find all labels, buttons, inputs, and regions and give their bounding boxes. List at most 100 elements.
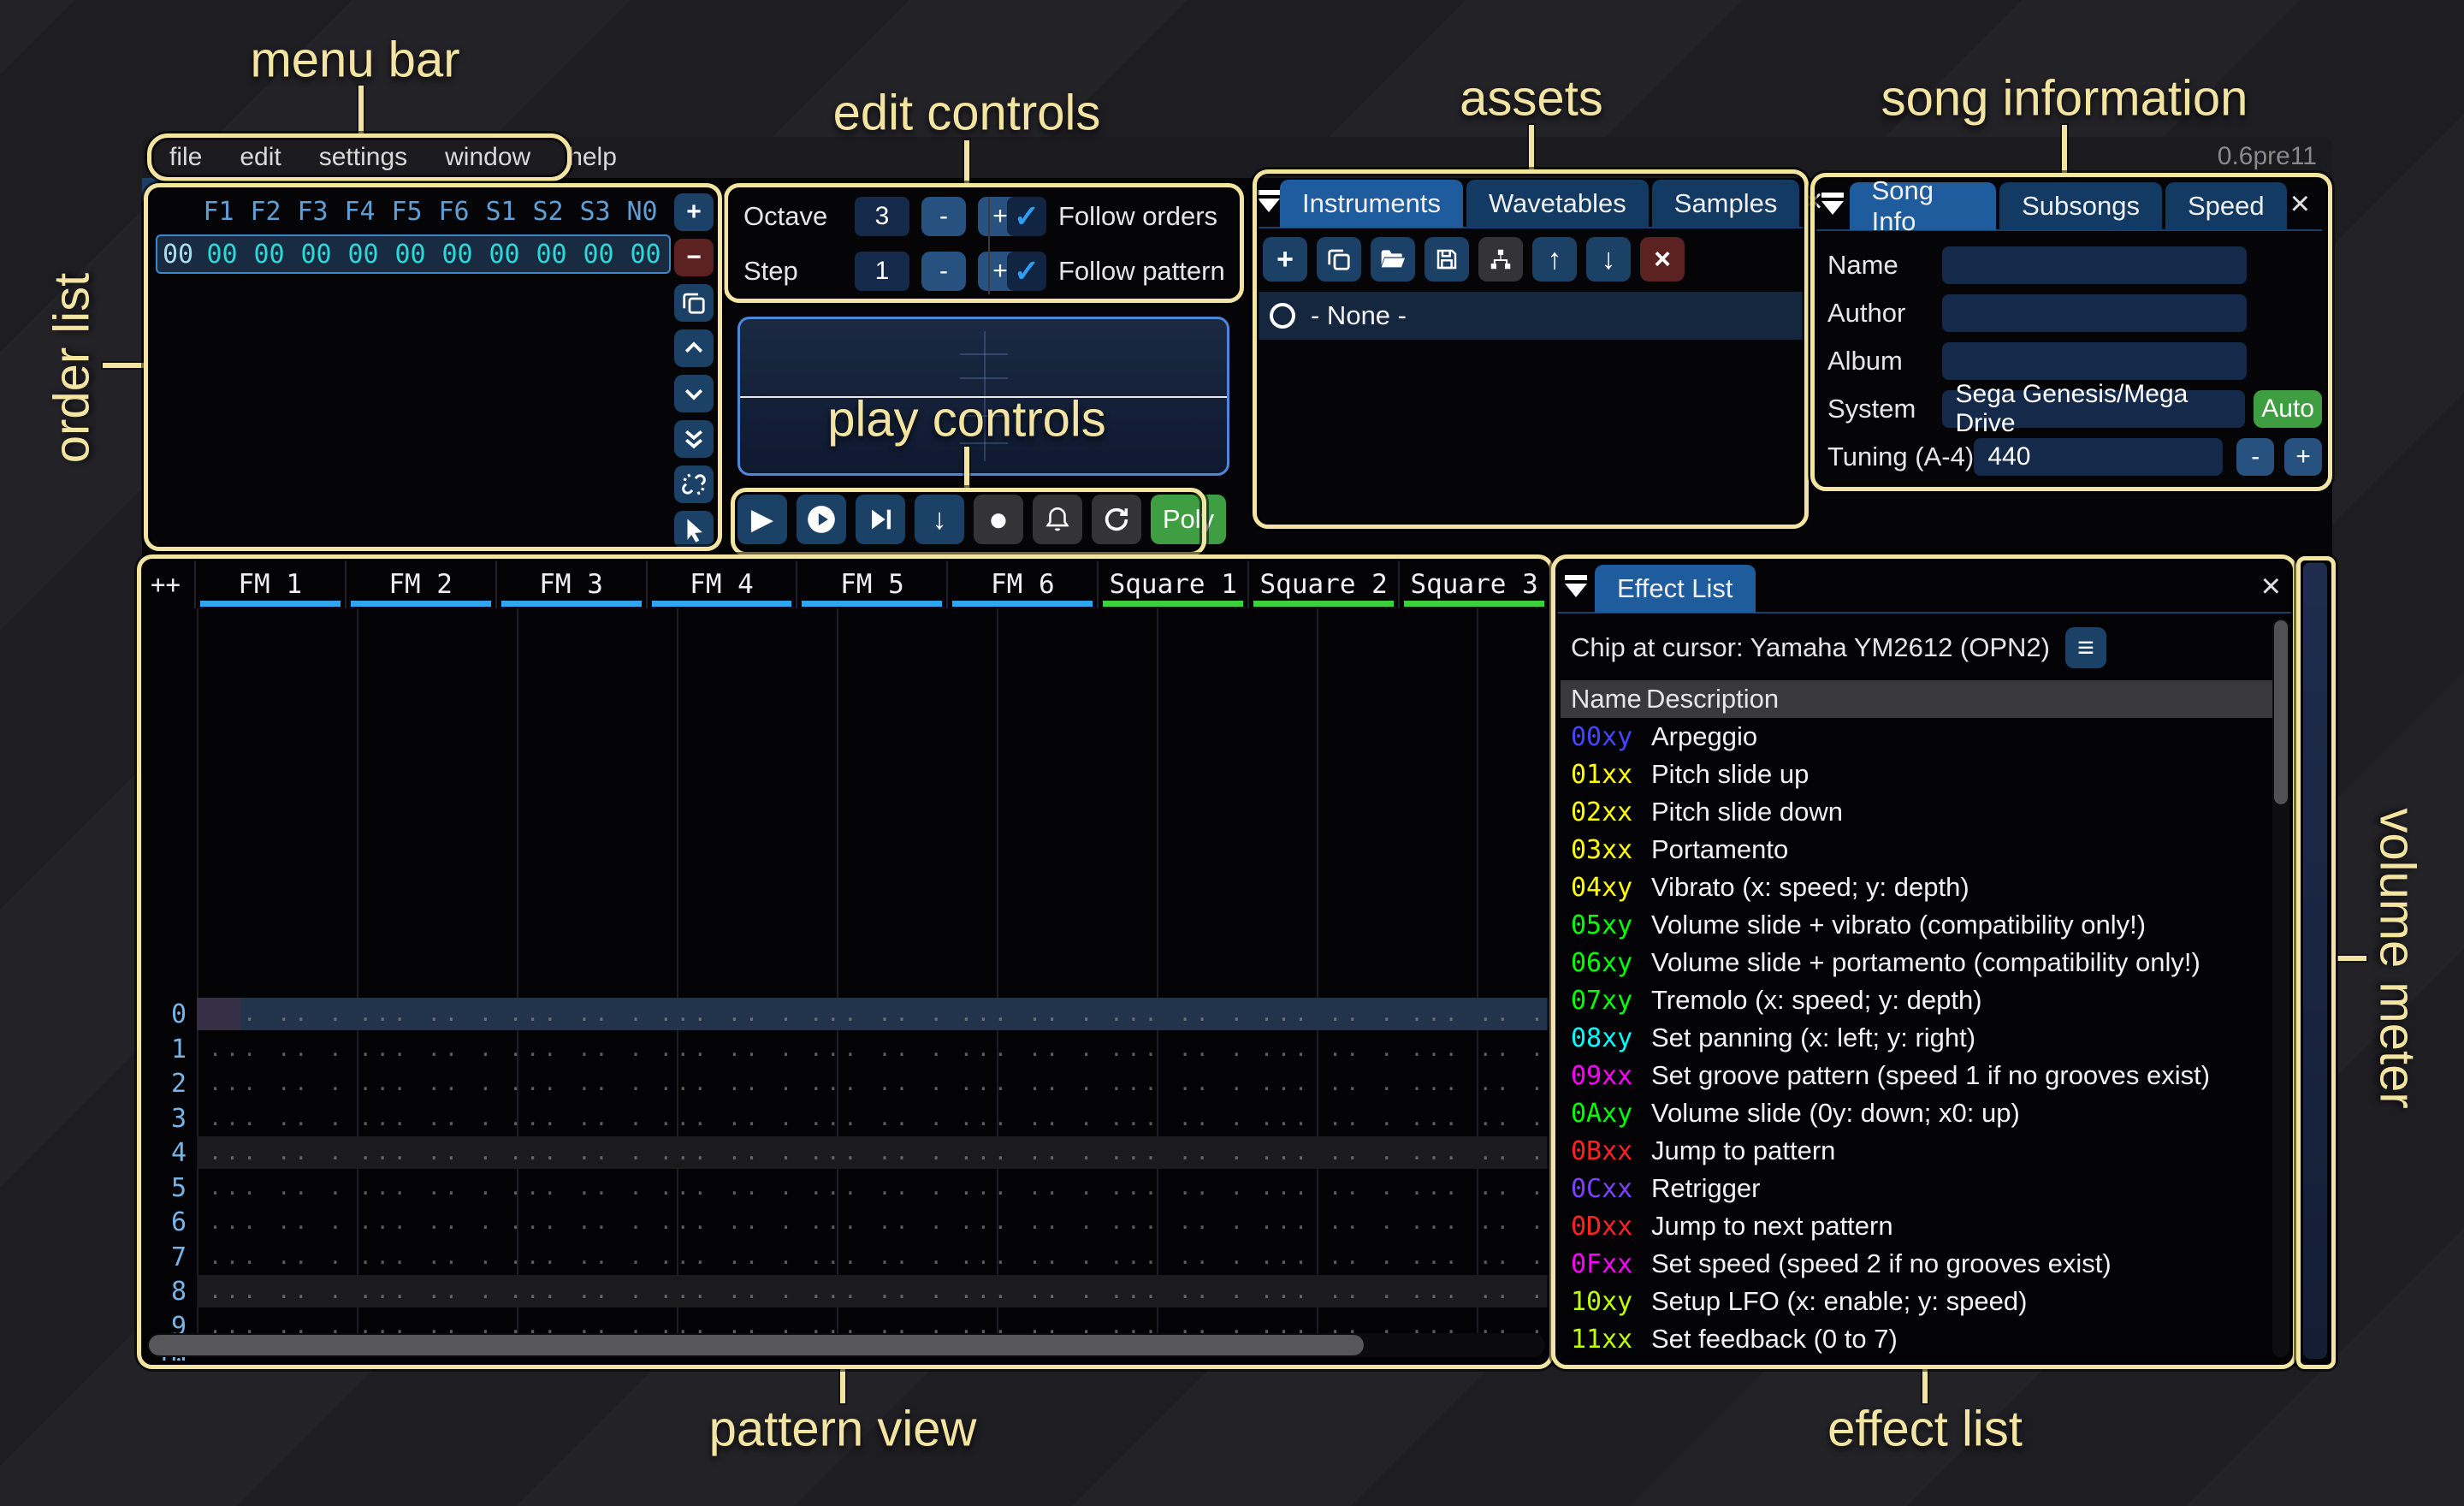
tuning-plus-button[interactable]: +: [2284, 438, 2322, 476]
move-cursor-down-button[interactable]: ↓: [915, 495, 964, 544]
menu-item-settings[interactable]: settings: [300, 143, 426, 172]
order-move-down-button[interactable]: [674, 375, 714, 412]
play-button[interactable]: ▶: [737, 495, 787, 544]
channel-header-fm-5[interactable]: FM 5: [796, 560, 946, 608]
pattern-cell[interactable]: ... .. .. ....: [497, 1206, 648, 1238]
order-move-bottom-button[interactable]: [674, 420, 714, 458]
effect-row-08xy[interactable]: 08xySet panning (x: left; y: right): [1557, 1019, 2293, 1057]
effect-row-0Fxx[interactable]: 0FxxSet speed (speed 2 if no grooves exi…: [1557, 1245, 2293, 1283]
pattern-cell[interactable]: ... .. .. ....: [1248, 1275, 1399, 1307]
pattern-cell[interactable]: ... .. .. ....: [497, 1102, 648, 1135]
channel-header-fm-3[interactable]: FM 3: [495, 560, 646, 608]
channel-header-square-1[interactable]: Square 1: [1097, 560, 1247, 608]
pattern-cell[interactable]: ... .. .. ....: [1248, 1067, 1399, 1100]
pattern-cell[interactable]: ... .. .. ....: [497, 998, 648, 1030]
asset-move-up-button[interactable]: ↑: [1532, 237, 1577, 282]
effect-row-06xy[interactable]: 06xyVolume slide + portamento (compatibi…: [1557, 944, 2293, 981]
pattern-cell[interactable]: ... .. .. ....: [1248, 1171, 1399, 1204]
pattern-cell[interactable]: ... .. .. ....: [648, 1033, 798, 1065]
menu-item-help[interactable]: help: [549, 143, 636, 172]
step-row-button[interactable]: [856, 495, 905, 544]
pattern-cell[interactable]: ... .. .. ....: [347, 1136, 498, 1169]
pattern-cell[interactable]: ... .. .. ....: [648, 1067, 798, 1100]
follow-orders-checkbox[interactable]: ✓: [1007, 197, 1046, 236]
close-icon[interactable]: ×: [2290, 187, 2310, 221]
pattern-cell[interactable]: ... .. .. ....: [1098, 1171, 1248, 1204]
pattern-cell[interactable]: ... .. .. ....: [1248, 1033, 1399, 1065]
instrument-list-item-none[interactable]: - None -: [1258, 292, 1805, 340]
pattern-cell[interactable]: ... .. .. ....: [1098, 1241, 1248, 1273]
step-input[interactable]: 1: [855, 252, 909, 291]
order-remove-button[interactable]: −: [674, 239, 714, 276]
asset-duplicate-button[interactable]: [1317, 237, 1361, 282]
pattern-row-4[interactable]: 4... .. .. ....... .. .. ....... .. .. .…: [144, 1136, 1549, 1171]
order-cell[interactable]: 00: [575, 240, 622, 270]
pattern-cell[interactable]: ... .. .. ....: [197, 1206, 347, 1238]
pattern-cell[interactable]: ... .. .. ....: [1399, 1067, 1549, 1100]
pattern-cell[interactable]: ... .. .. ....: [1098, 1067, 1248, 1100]
pattern-cell[interactable]: ... .. .. ....: [497, 1136, 648, 1169]
effect-row-12xx[interactable]: 12xxSet level of operator 1 (0 highest, …: [1557, 1358, 2293, 1361]
tuning-input[interactable]: 440: [1974, 438, 2223, 476]
pattern-cell[interactable]: ... .. .. ....: [1399, 1102, 1549, 1135]
pattern-cell[interactable]: ... .. .. ....: [1248, 998, 1399, 1030]
pattern-cell[interactable]: ... .. .. ....: [347, 998, 498, 1030]
order-row[interactable]: 0000000000000000000000: [156, 234, 671, 274]
pattern-cell[interactable]: ... .. .. ....: [948, 1206, 1099, 1238]
pattern-cell[interactable]: ... .. .. ....: [797, 1275, 948, 1307]
collapse-icon[interactable]: [1557, 575, 1595, 597]
pattern-cell[interactable]: ... .. .. ....: [797, 1206, 948, 1238]
asset-open-button[interactable]: [1371, 237, 1415, 282]
pattern-cell[interactable]: ... .. .. ....: [347, 1067, 498, 1100]
pattern-cell[interactable]: ... .. .. ....: [648, 1171, 798, 1204]
pattern-cell[interactable]: ... .. .. ....: [797, 1067, 948, 1100]
order-cell[interactable]: 00: [293, 240, 340, 270]
pattern-cell[interactable]: ... .. .. ....: [1399, 1033, 1549, 1065]
channel-header-fm-2[interactable]: FM 2: [345, 560, 495, 608]
system-combo[interactable]: Sega Genesis/Mega Drive: [1942, 390, 2246, 428]
pattern-cell[interactable]: ... .. .. ....: [948, 1275, 1099, 1307]
pattern-cell[interactable]: ... .. .. ....: [797, 1241, 948, 1273]
asset-move-down-button[interactable]: ↓: [1586, 237, 1631, 282]
pattern-expand-button[interactable]: ++: [144, 560, 194, 608]
order-duplicate-button[interactable]: [674, 284, 714, 322]
effect-row-0Cxx[interactable]: 0CxxRetrigger: [1557, 1170, 2293, 1207]
menu-item-file[interactable]: file: [151, 143, 221, 172]
close-icon[interactable]: ×: [2261, 569, 2281, 603]
effect-menu-button[interactable]: ≡: [2065, 627, 2106, 668]
pattern-cell[interactable]: ... .. .. ....: [197, 1102, 347, 1135]
record-button[interactable]: ●: [974, 495, 1023, 544]
pattern-cell[interactable]: ... .. .. ....: [347, 1102, 498, 1135]
pattern-cell[interactable]: ... .. .. ....: [1399, 1171, 1549, 1204]
effect-row-0Axy[interactable]: 0AxyVolume slide (0y: down; x0: up): [1557, 1094, 2293, 1132]
pattern-cell[interactable]: ... .. .. ....: [197, 1275, 347, 1307]
pattern-cell[interactable]: ... .. .. ....: [948, 1241, 1099, 1273]
order-cell[interactable]: 00: [246, 240, 293, 270]
pattern-cell[interactable]: ... .. .. ....: [197, 1136, 347, 1169]
order-add-button[interactable]: +: [674, 193, 714, 231]
effect-row-02xx[interactable]: 02xxPitch slide down: [1557, 793, 2293, 831]
order-cell[interactable]: 00: [622, 240, 669, 270]
pattern-cell[interactable]: ... .. .. ....: [497, 1067, 648, 1100]
pattern-cell[interactable]: ... .. .. ....: [197, 1033, 347, 1065]
channel-header-fm-1[interactable]: FM 1: [194, 560, 345, 608]
effect-row-04xy[interactable]: 04xyVibrato (x: speed; y: depth): [1557, 869, 2293, 906]
asset-delete-button[interactable]: ×: [1640, 237, 1685, 282]
channel-header-square-3[interactable]: Square 3: [1398, 560, 1549, 608]
effect-scrollbar[interactable]: [2272, 619, 2289, 1357]
effect-row-01xx[interactable]: 01xxPitch slide up: [1557, 756, 2293, 793]
order-move-up-button[interactable]: [674, 329, 714, 367]
asset-save-button[interactable]: [1424, 237, 1469, 282]
order-cell[interactable]: 00: [387, 240, 434, 270]
collapse-icon[interactable]: [1258, 190, 1280, 212]
pattern-hscroll-thumb[interactable]: [149, 1335, 1364, 1355]
poly-toggle-button[interactable]: Poly: [1151, 495, 1226, 544]
pattern-row-2[interactable]: 2... .. .. ....... .. .. ....... .. .. .…: [144, 1067, 1549, 1101]
pattern-cell[interactable]: ... .. .. ....: [1098, 998, 1248, 1030]
pattern-cell[interactable]: ... .. .. ....: [1399, 1275, 1549, 1307]
effect-row-00xy[interactable]: 00xyArpeggio: [1557, 718, 2293, 756]
pattern-cell[interactable]: ... .. .. ....: [648, 1275, 798, 1307]
pattern-cell[interactable]: ... .. .. ....: [1098, 1275, 1248, 1307]
follow-pattern-checkbox[interactable]: ✓: [1007, 252, 1046, 291]
pattern-row-7[interactable]: 7... .. .. ....... .. .. ....... .. .. .…: [144, 1241, 1549, 1275]
